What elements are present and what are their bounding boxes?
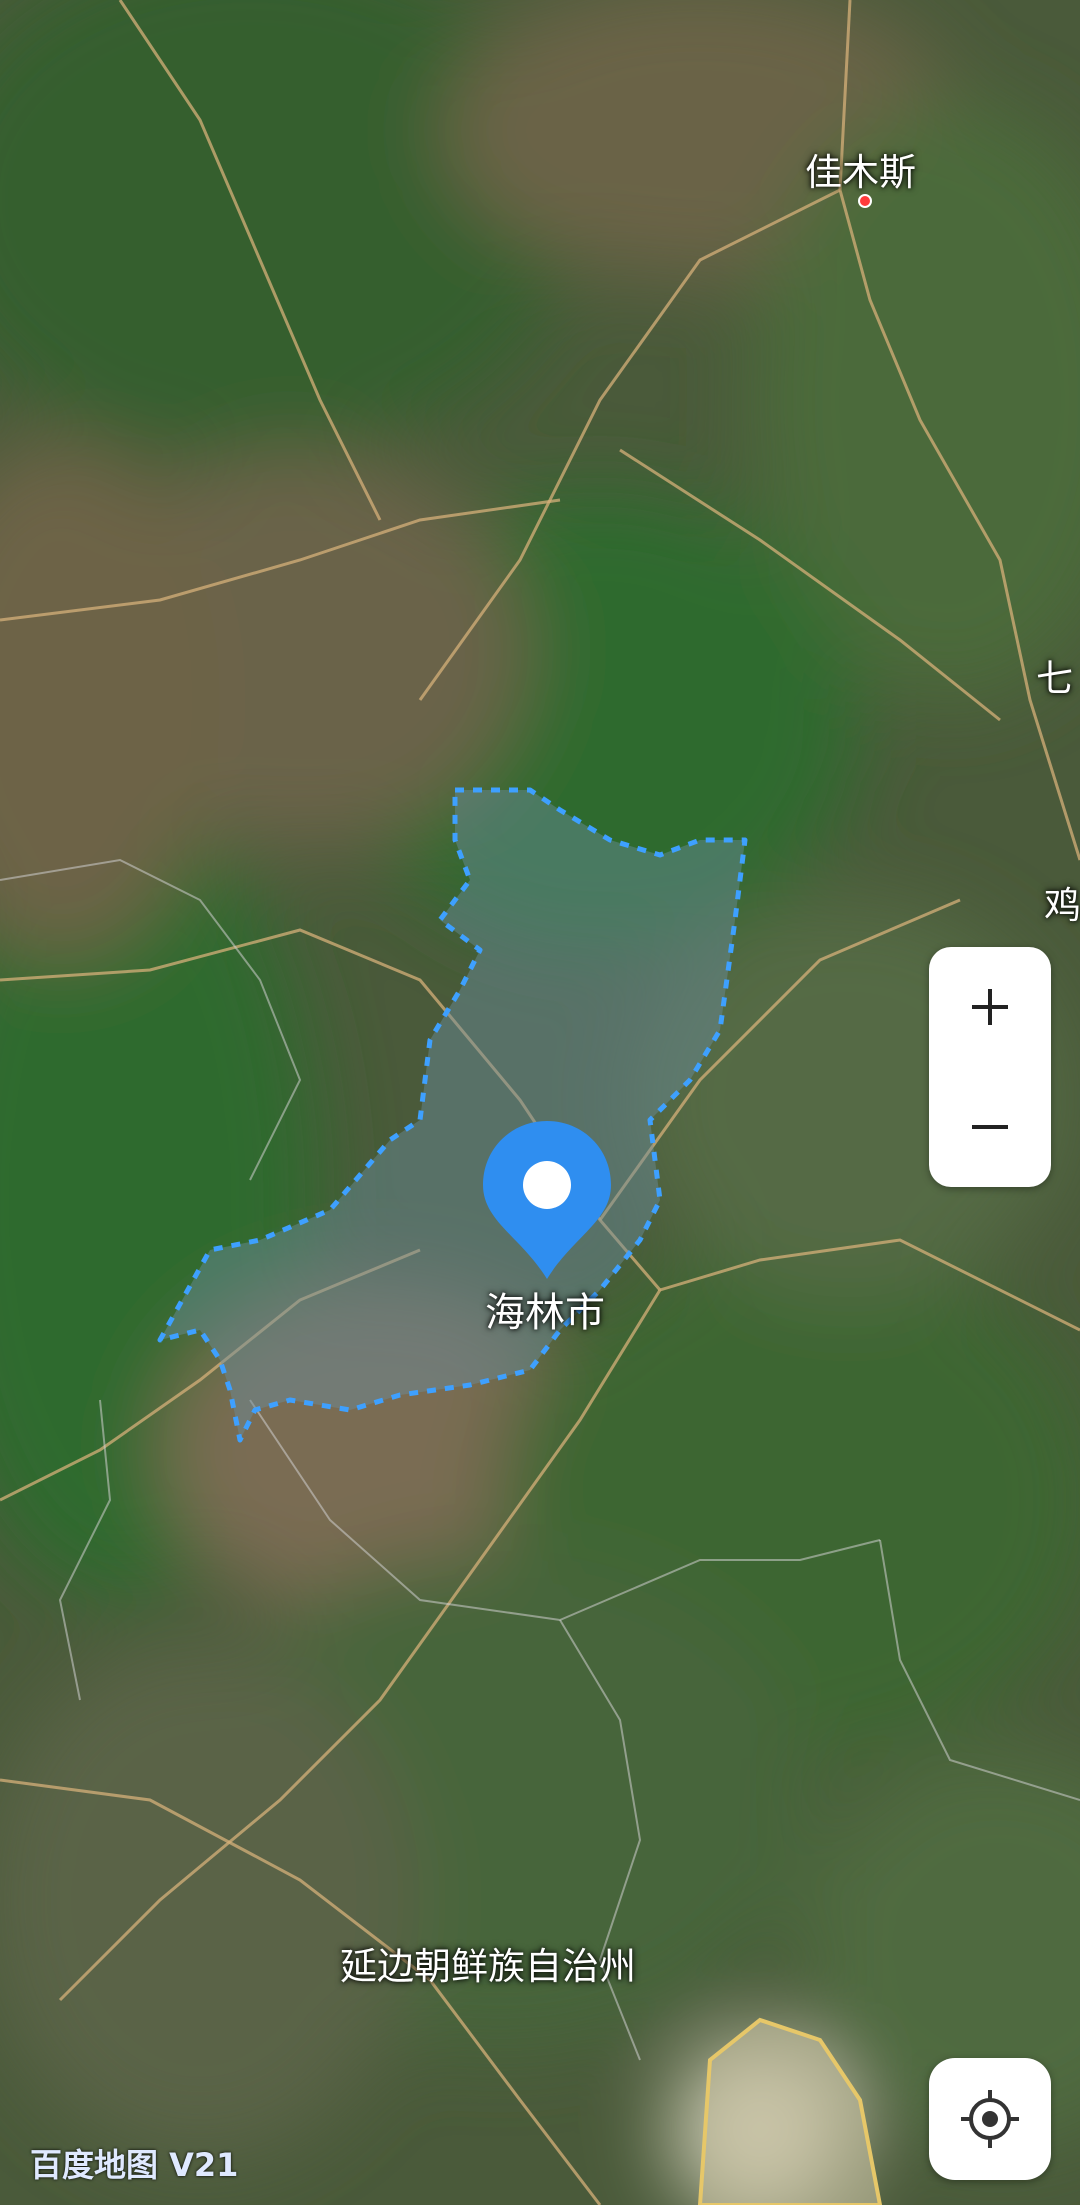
zoom-out-button[interactable] — [929, 1067, 1051, 1187]
satellite-basemap — [0, 0, 1080, 2205]
map-view[interactable]: 佳木斯 七 鸡 海林市 延边朝鲜族自治州 百度地图 V21 — [0, 0, 1080, 2205]
zoom-in-button[interactable] — [929, 947, 1051, 1067]
locate-button[interactable] — [929, 2058, 1051, 2180]
place-label-jiamusi[interactable]: 佳木斯 — [805, 142, 916, 196]
baidu-map-watermark: 百度地图 V21 — [30, 2146, 239, 2184]
plus-icon — [972, 989, 1008, 1025]
place-label-qitaihe[interactable]: 七 — [1036, 648, 1073, 702]
city-marker-dot[interactable] — [858, 194, 872, 208]
place-label-hailin[interactable]: 海林市 — [485, 1280, 605, 1338]
place-label-yanbian[interactable]: 延边朝鲜族自治州 — [340, 1936, 636, 1990]
zoom-control — [929, 947, 1051, 1187]
locate-icon — [961, 2090, 1019, 2148]
minus-icon — [972, 1125, 1008, 1129]
location-pin-icon[interactable] — [477, 1117, 617, 1287]
place-label-jixi[interactable]: 鸡 — [1044, 875, 1080, 929]
